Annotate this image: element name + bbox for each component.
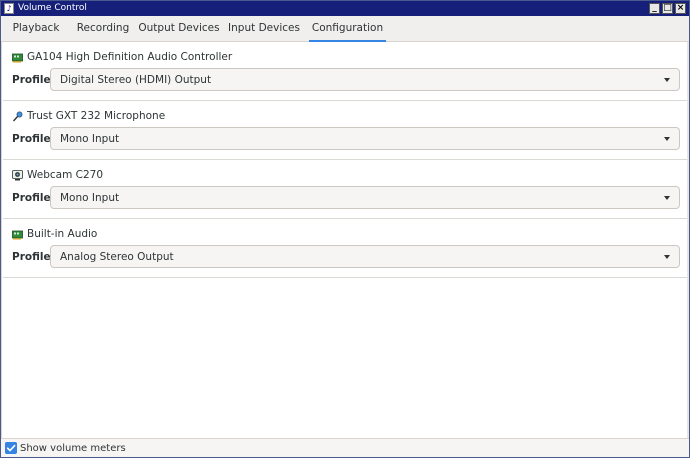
dropdown-arrow-icon bbox=[664, 137, 670, 141]
title-bar[interactable]: ♪ Volume Control _ □ × bbox=[1, 1, 689, 16]
maximize-icon[interactable]: □ bbox=[662, 3, 673, 14]
device-card: Built-in Audio Profile: Analog Stereo Ou… bbox=[3, 219, 689, 278]
device-name: Webcam C270 bbox=[27, 169, 104, 181]
device-card: Trust GXT 232 Microphone Profile: Mono I… bbox=[3, 101, 689, 160]
profile-label: Profile: bbox=[12, 251, 55, 263]
content-edge bbox=[687, 42, 689, 438]
window-title: Volume Control bbox=[18, 3, 87, 13]
tab-configuration[interactable]: Configuration bbox=[309, 16, 386, 42]
volume-control-window: ♪ Volume Control _ □ × Playback Recordin… bbox=[0, 0, 690, 458]
close-icon[interactable]: × bbox=[675, 3, 686, 14]
tab-input-devices[interactable]: Input Devices bbox=[224, 16, 304, 42]
device-card: GA104 High Definition Audio Controller P… bbox=[3, 42, 689, 101]
footer-bar: Show volume meters bbox=[1, 438, 689, 457]
device-name: Trust GXT 232 Microphone bbox=[27, 110, 166, 122]
device-name: Built-in Audio bbox=[27, 228, 98, 240]
profile-value: Analog Stereo Output bbox=[60, 251, 174, 263]
profile-value: Digital Stereo (HDMI) Output bbox=[60, 74, 212, 86]
webcam-icon bbox=[12, 170, 23, 181]
show-meters-checkbox[interactable] bbox=[5, 442, 17, 454]
dropdown-arrow-icon bbox=[664, 78, 670, 82]
device-card: Webcam C270 Profile: Mono Input bbox=[3, 160, 689, 219]
tab-bar: Playback Recording Output Devices Input … bbox=[1, 16, 689, 42]
dropdown-arrow-icon bbox=[664, 255, 670, 259]
profile-dropdown[interactable]: Digital Stereo (HDMI) Output bbox=[50, 68, 680, 91]
profile-dropdown[interactable]: Mono Input bbox=[50, 127, 680, 150]
profile-value: Mono Input bbox=[60, 192, 120, 204]
tab-output-devices[interactable]: Output Devices bbox=[138, 16, 220, 42]
profile-dropdown[interactable]: Analog Stereo Output bbox=[50, 245, 680, 268]
tab-recording[interactable]: Recording bbox=[68, 16, 138, 42]
minimize-icon[interactable]: _ bbox=[649, 3, 660, 14]
show-meters-label[interactable]: Show volume meters bbox=[20, 442, 126, 455]
dropdown-arrow-icon bbox=[664, 196, 670, 200]
configuration-panel: GA104 High Definition Audio Controller P… bbox=[1, 42, 689, 438]
profile-label: Profile: bbox=[12, 74, 55, 86]
profile-dropdown[interactable]: Mono Input bbox=[50, 186, 680, 209]
sound-card-icon bbox=[12, 230, 23, 240]
device-name: GA104 High Definition Audio Controller bbox=[27, 51, 233, 63]
profile-value: Mono Input bbox=[60, 133, 120, 145]
profile-label: Profile: bbox=[12, 133, 55, 145]
microphone-icon bbox=[12, 111, 23, 122]
profile-label: Profile: bbox=[12, 192, 55, 204]
tab-playback[interactable]: Playback bbox=[5, 16, 67, 42]
app-icon[interactable]: ♪ bbox=[4, 3, 14, 14]
sound-card-icon bbox=[12, 53, 23, 63]
window-controls: _ □ × bbox=[649, 3, 686, 14]
